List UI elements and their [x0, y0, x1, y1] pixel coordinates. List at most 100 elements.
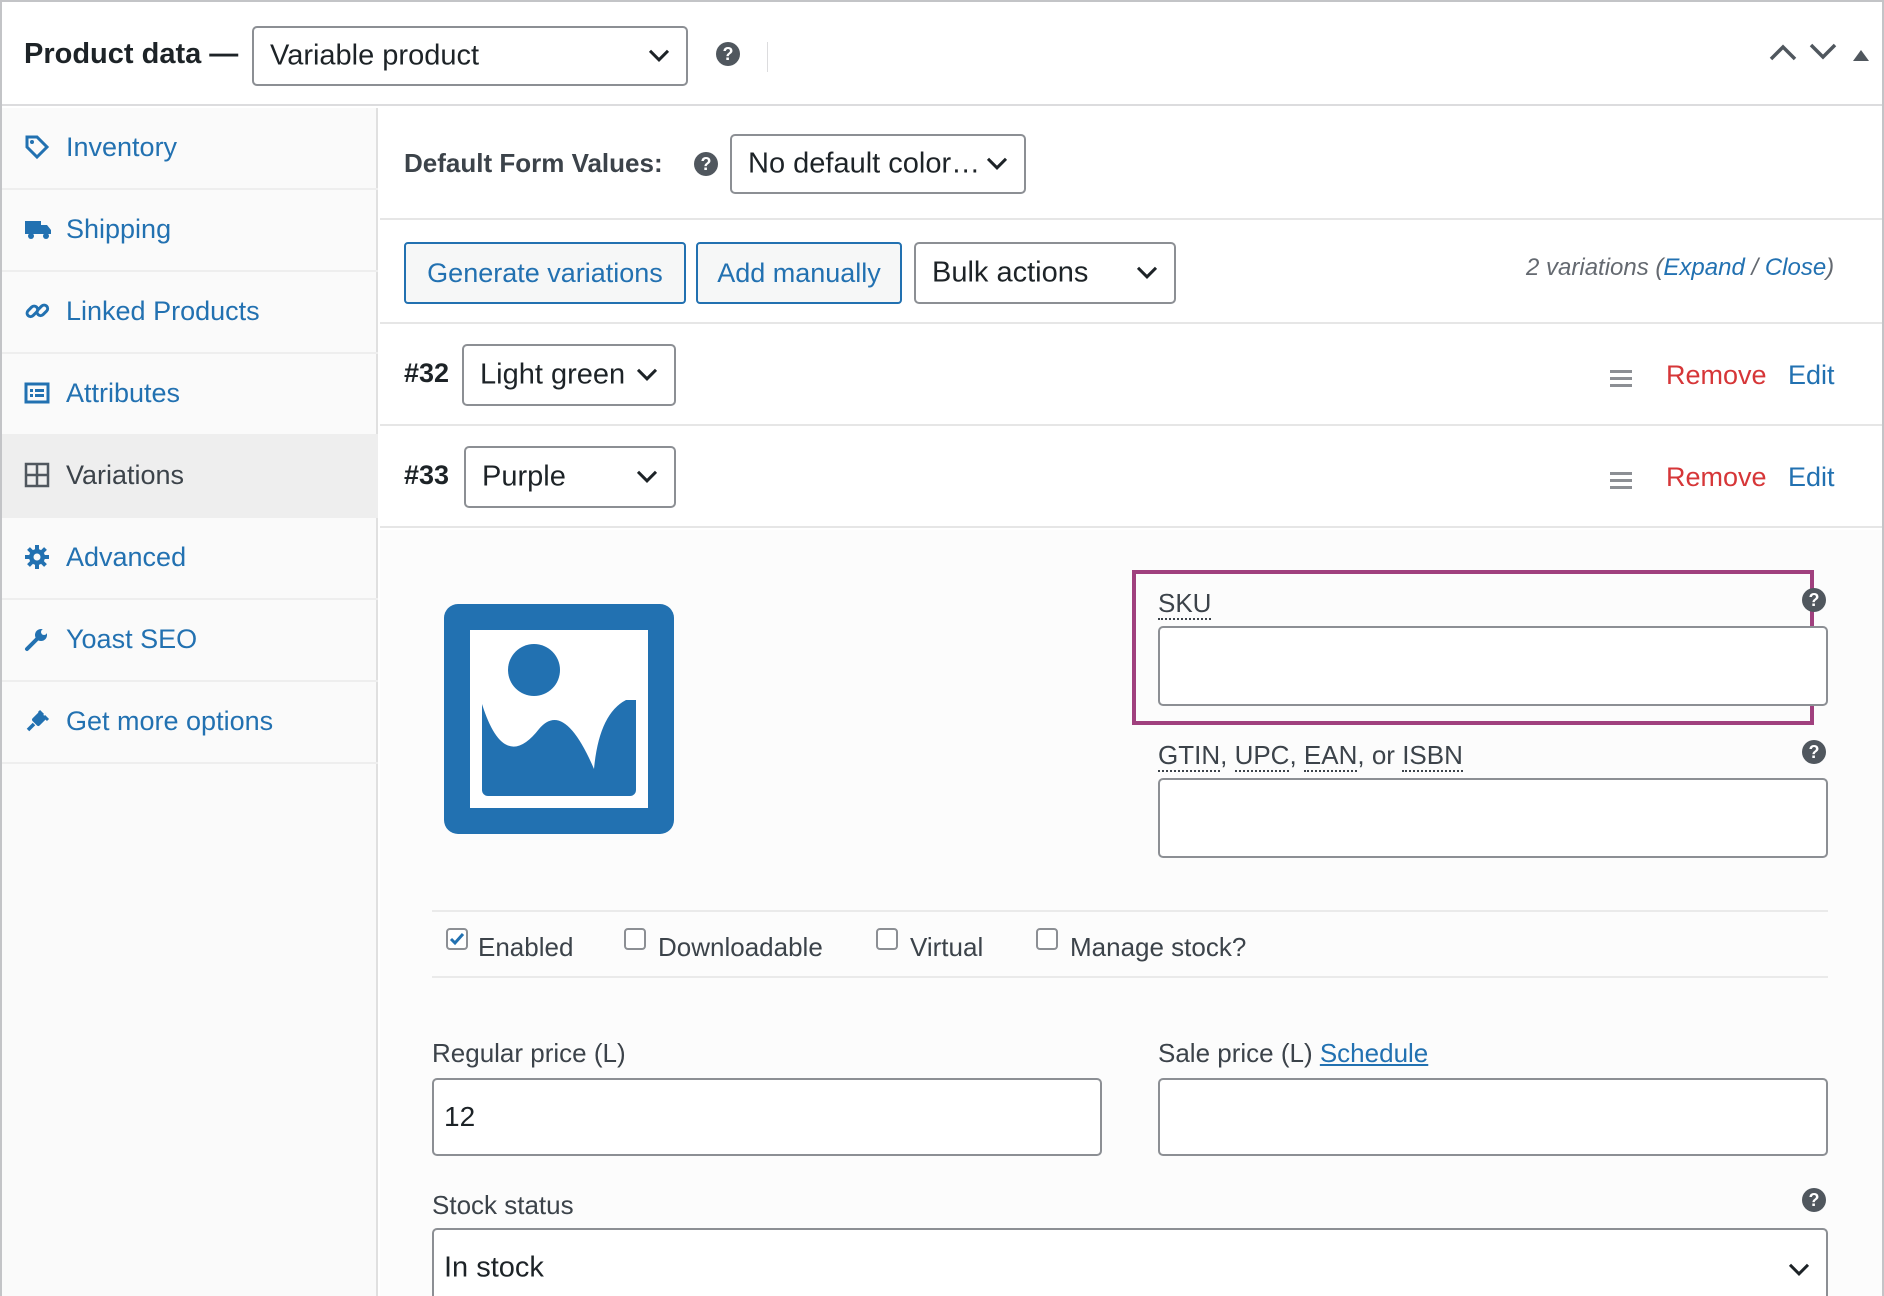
help-icon[interactable]: ?	[1802, 1188, 1826, 1212]
chevron-down-icon	[636, 459, 658, 492]
remove-variation-link[interactable]: Remove	[1666, 462, 1767, 493]
sale-price-input[interactable]	[1158, 1078, 1828, 1156]
gtin-abbr: GTIN	[1158, 740, 1221, 772]
sku-label-text: SKU	[1158, 588, 1212, 620]
variations-count: 2 variations (Expand / Close)	[1526, 254, 1834, 282]
stock-status-label: Stock status	[432, 1190, 574, 1220]
expand-link[interactable]: Expand	[1663, 254, 1744, 281]
sidebar-item-label: Shipping	[66, 214, 172, 244]
ean-abbr: EAN	[1303, 740, 1358, 772]
gtin-sep: ,	[1220, 740, 1235, 770]
edit-variation-link[interactable]: Edit	[1788, 360, 1835, 391]
sidebar-item-label: Variations	[66, 460, 185, 490]
default-color-value: No default color…	[748, 147, 981, 180]
divider	[380, 322, 1882, 324]
isbn-abbr: ISBN	[1402, 740, 1463, 772]
collapse-triangle-icon[interactable]	[1852, 48, 1870, 67]
drag-handle-icon[interactable]	[1610, 370, 1632, 391]
plugin-icon	[24, 708, 50, 734]
upc-abbr: UPC	[1234, 740, 1290, 772]
separator-text: /	[1744, 254, 1765, 281]
variations-count-text: 2 variations (	[1526, 254, 1664, 281]
default-color-select[interactable]: No default color…	[730, 134, 1026, 194]
regular-price-input[interactable]: 12	[432, 1078, 1102, 1156]
stock-status-value: In stock	[444, 1251, 544, 1284]
sku-input[interactable]	[1158, 626, 1828, 706]
generate-variations-button[interactable]: Generate variations	[404, 242, 686, 304]
bulk-actions-value: Bulk actions	[932, 256, 1089, 289]
default-form-values-label: Default Form Values:	[404, 148, 663, 178]
divider	[432, 976, 1828, 978]
gtin-sep: , or	[1357, 740, 1403, 770]
sku-label: SKU	[1158, 588, 1212, 620]
product-data-tabs: Inventory Shipping Linked Products Attri…	[2, 108, 378, 1296]
manage-stock-label: Manage stock?	[1070, 932, 1247, 962]
sidebar-item-attributes[interactable]: Attributes	[2, 354, 378, 436]
sidebar-item-inventory[interactable]: Inventory	[2, 108, 378, 190]
gear-icon	[24, 544, 50, 570]
link-icon	[24, 298, 50, 324]
sidebar-item-label: Linked Products	[66, 296, 260, 326]
sale-price-label: Sale price (L) Schedule	[1158, 1038, 1428, 1069]
gtin-sep: ,	[1289, 740, 1304, 770]
downloadable-checkbox[interactable]	[624, 928, 646, 950]
sidebar-item-label: Get more options	[66, 706, 274, 736]
help-icon[interactable]: ?	[1802, 740, 1826, 764]
help-icon[interactable]: ?	[1802, 588, 1826, 612]
divider	[767, 42, 768, 72]
regular-price-label: Regular price (L)	[432, 1038, 626, 1068]
edit-variation-link[interactable]: Edit	[1788, 462, 1835, 493]
regular-price-value: 12	[444, 1101, 476, 1132]
variation-id: #32	[404, 358, 450, 388]
help-icon[interactable]: ?	[694, 152, 718, 176]
chevron-down-icon	[636, 357, 658, 390]
add-manually-button[interactable]: Add manually	[696, 242, 902, 304]
truck-icon	[24, 216, 51, 242]
help-icon[interactable]: ?	[716, 42, 740, 66]
sidebar-item-label: Yoast SEO	[66, 624, 198, 654]
chevron-up-icon[interactable]	[1768, 42, 1798, 67]
chevron-down-icon	[648, 38, 670, 71]
sidebar-item-get-more-options[interactable]: Get more options	[2, 682, 378, 764]
chevron-down-icon	[1136, 255, 1158, 288]
variation-attribute-value: Purple	[482, 460, 566, 493]
chevron-down-icon	[1788, 1252, 1810, 1285]
sidebar-item-advanced[interactable]: Advanced	[2, 518, 378, 600]
gtin-input[interactable]	[1158, 778, 1828, 858]
remove-variation-link[interactable]: Remove	[1666, 360, 1767, 391]
list-card-icon	[24, 380, 50, 406]
sidebar-item-label: Attributes	[66, 378, 181, 408]
sidebar-item-yoast-seo[interactable]: Yoast SEO	[2, 600, 378, 682]
image-placeholder-icon[interactable]	[444, 604, 674, 834]
divider	[380, 218, 1882, 220]
panel-title: Product data —	[24, 38, 239, 70]
virtual-checkbox[interactable]	[876, 928, 898, 950]
stock-status-select[interactable]: In stock	[432, 1228, 1828, 1296]
gtin-label: GTIN, UPC, EAN, or ISBN	[1158, 740, 1463, 772]
product-type-select[interactable]: Variable product	[252, 26, 688, 86]
wrench-icon	[24, 626, 50, 652]
enabled-label: Enabled	[478, 932, 574, 962]
panel-header: Product data — Variable product ?	[2, 2, 1882, 106]
sidebar-item-variations[interactable]: Variations	[2, 436, 378, 518]
product-data-panel: Product data — Variable product ? Invent…	[0, 0, 1884, 1296]
drag-handle-icon[interactable]	[1610, 472, 1632, 493]
divider	[380, 526, 1882, 528]
virtual-label: Virtual	[910, 932, 984, 962]
sidebar-item-label: Inventory	[66, 132, 178, 162]
enabled-checkbox[interactable]	[446, 928, 468, 950]
manage-stock-checkbox[interactable]	[1036, 928, 1058, 950]
tag-icon	[24, 134, 50, 160]
schedule-link[interactable]: Schedule	[1320, 1038, 1428, 1068]
divider	[432, 910, 1828, 912]
chevron-down-icon	[986, 146, 1008, 179]
close-link[interactable]: Close	[1765, 254, 1826, 281]
sidebar-item-shipping[interactable]: Shipping	[2, 190, 378, 272]
bulk-actions-select[interactable]: Bulk actions	[914, 242, 1176, 304]
sidebar-item-linked-products[interactable]: Linked Products	[2, 272, 378, 354]
sale-price-label-text: Sale price (L)	[1158, 1038, 1320, 1068]
chevron-down-icon[interactable]	[1808, 42, 1838, 67]
variation-attribute-select[interactable]: Light green	[462, 344, 676, 406]
sidebar-item-label: Advanced	[66, 542, 187, 572]
variation-attribute-select[interactable]: Purple	[464, 446, 676, 508]
